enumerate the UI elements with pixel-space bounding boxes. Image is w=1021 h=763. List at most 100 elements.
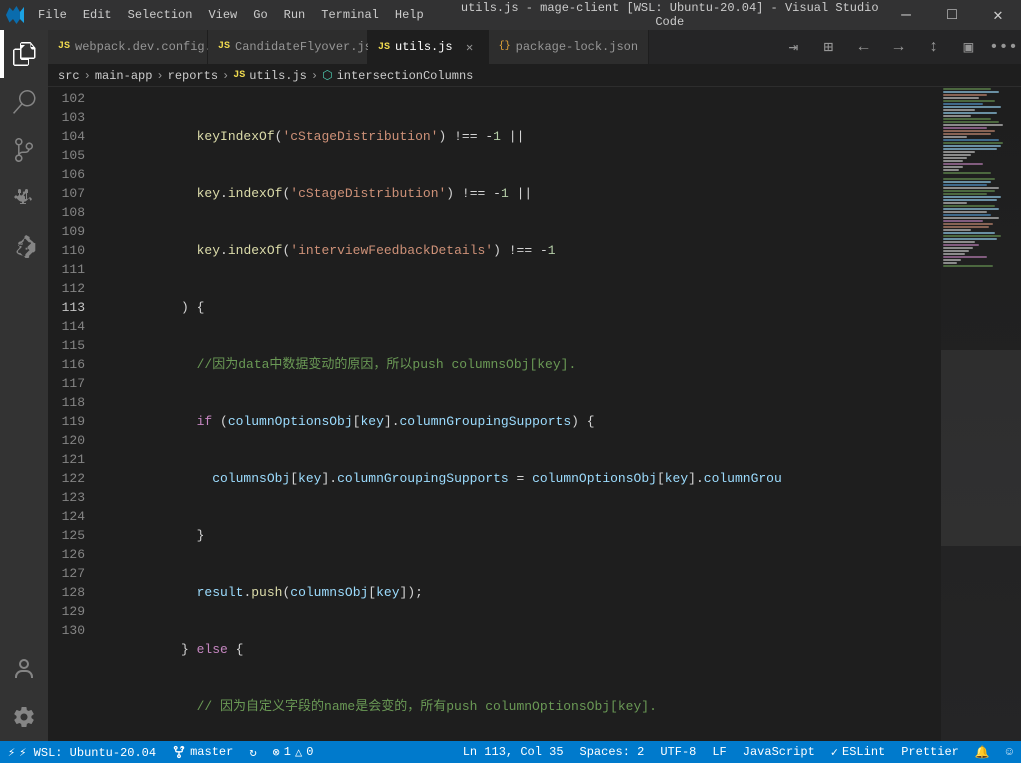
menu-terminal[interactable]: Terminal bbox=[313, 0, 387, 30]
code-line-107: if (columnOptionsObj[key].columnGrouping… bbox=[93, 412, 941, 431]
warning-icon: △ bbox=[295, 745, 302, 760]
minimize-button[interactable]: ― bbox=[883, 0, 929, 30]
tab-candidate[interactable]: JS CandidateFlyover.js bbox=[208, 30, 368, 64]
ln-126: 126 bbox=[48, 545, 85, 564]
more-actions-button[interactable]: ••• bbox=[986, 30, 1021, 64]
tab-utils-label: utils.js bbox=[395, 40, 453, 54]
activity-run-debug[interactable] bbox=[0, 174, 48, 222]
code-scroll[interactable]: 102 103 104 105 106 107 108 109 110 111 … bbox=[48, 87, 941, 741]
sync-icon: ↻ bbox=[249, 745, 256, 760]
ln-112: 112 bbox=[48, 279, 85, 298]
menu-edit[interactable]: Edit bbox=[75, 0, 120, 30]
git-compare-button[interactable]: ⊞ bbox=[811, 30, 846, 64]
status-branch[interactable]: master bbox=[164, 741, 241, 763]
ln-103: 103 bbox=[48, 108, 85, 127]
tab-candidate-label: CandidateFlyover.js bbox=[235, 40, 372, 54]
code-line-103: key.indexOf('cStageDistribution') !== -1… bbox=[93, 184, 941, 203]
status-sync[interactable]: ↻ bbox=[241, 741, 264, 763]
breadcrumb-reports[interactable]: reports bbox=[168, 69, 218, 83]
ln-106: 106 bbox=[48, 165, 85, 184]
breadcrumb-file[interactable]: utils.js bbox=[249, 69, 307, 83]
ln-110: 110 bbox=[48, 241, 85, 260]
ln-119: 119 bbox=[48, 412, 85, 431]
ln-109: 109 bbox=[48, 222, 85, 241]
tab-webpack-label: webpack.dev.config.js bbox=[75, 40, 226, 54]
prettier-label: Prettier bbox=[901, 745, 959, 759]
window-title: utils.js - mage-client [WSL: Ubuntu-20.0… bbox=[457, 1, 884, 29]
ln-122: 122 bbox=[48, 469, 85, 488]
status-position[interactable]: Ln 113, Col 35 bbox=[455, 741, 572, 763]
status-encoding[interactable]: UTF-8 bbox=[652, 741, 704, 763]
activity-account[interactable] bbox=[0, 645, 48, 693]
spaces-label: Spaces: 2 bbox=[580, 745, 645, 759]
ln-102: 102 bbox=[48, 89, 85, 108]
maximize-button[interactable]: □ bbox=[929, 0, 975, 30]
menu-bar: File Edit Selection View Go Run Terminal… bbox=[30, 0, 457, 30]
ln-108: 108 bbox=[48, 203, 85, 222]
app-icon bbox=[0, 0, 30, 30]
menu-file[interactable]: File bbox=[30, 0, 75, 30]
git-branch-icon bbox=[172, 745, 186, 759]
menu-selection[interactable]: Selection bbox=[120, 0, 201, 30]
split-editor-button[interactable]: ⇥ bbox=[776, 30, 811, 64]
code-editor[interactable]: keyIndexOf('cStageDistribution') !== -1 … bbox=[93, 87, 941, 741]
breadcrumb: src › main-app › reports › JS utils.js ›… bbox=[48, 65, 1021, 87]
status-wsl[interactable]: ⚡ ⚡ WSL: Ubuntu-20.04 bbox=[0, 741, 164, 763]
breadcrumb-sep-4: › bbox=[311, 69, 318, 83]
activity-extensions[interactable] bbox=[0, 222, 48, 270]
editor-content[interactable]: 102 103 104 105 106 107 108 109 110 111 … bbox=[48, 87, 1021, 741]
tab-utils[interactable]: JS utils.js ✕ bbox=[368, 30, 489, 64]
minimap-canvas bbox=[941, 88, 1021, 741]
menu-run[interactable]: Run bbox=[276, 0, 314, 30]
ln-120: 120 bbox=[48, 431, 85, 450]
menu-view[interactable]: View bbox=[200, 0, 245, 30]
activity-explorer[interactable] bbox=[0, 30, 48, 78]
warning-count: 0 bbox=[306, 745, 313, 759]
close-button[interactable]: ✕ bbox=[975, 0, 1021, 30]
minimap-viewport bbox=[941, 350, 1021, 546]
tab-candidate-icon: JS bbox=[218, 41, 230, 52]
eslint-label: ESLint bbox=[842, 745, 885, 759]
ln-127: 127 bbox=[48, 564, 85, 583]
minimap[interactable] bbox=[941, 87, 1021, 741]
status-errors[interactable]: ⊗ 1 △ 0 bbox=[265, 741, 322, 763]
tab-webpack[interactable]: JS webpack.dev.config.js bbox=[48, 30, 208, 64]
code-line-109: } bbox=[93, 526, 941, 545]
menu-help[interactable]: Help bbox=[387, 0, 432, 30]
status-notifications[interactable]: 🔔 bbox=[967, 741, 998, 763]
titlebar-controls: ― □ ✕ bbox=[883, 0, 1021, 30]
status-eslint[interactable]: ✓ ESLint bbox=[823, 741, 893, 763]
ln-116: 116 bbox=[48, 355, 85, 374]
status-feedback[interactable]: ☺ bbox=[998, 741, 1021, 763]
tab-utils-close[interactable]: ✕ bbox=[462, 39, 478, 55]
activity-search[interactable] bbox=[0, 78, 48, 126]
open-changes-button[interactable]: ↕ bbox=[916, 30, 951, 64]
ln-123: 123 bbox=[48, 488, 85, 507]
breadcrumb-main-app[interactable]: main-app bbox=[95, 69, 153, 83]
menu-go[interactable]: Go bbox=[245, 0, 275, 30]
tab-utils-icon: JS bbox=[378, 42, 390, 53]
go-back-button[interactable]: ← bbox=[846, 30, 881, 64]
activity-bottom bbox=[0, 645, 48, 741]
breadcrumb-symbol[interactable]: intersectionColumns bbox=[337, 69, 474, 83]
status-language[interactable]: JavaScript bbox=[735, 741, 823, 763]
go-forward-button[interactable]: → bbox=[881, 30, 916, 64]
split-editor-right-button[interactable]: ▣ bbox=[951, 30, 986, 64]
activity-source-control[interactable] bbox=[0, 126, 48, 174]
wsl-icon: ⚡ bbox=[8, 745, 15, 760]
tab-webpack-icon: JS bbox=[58, 41, 70, 52]
code-line-104: key.indexOf('interviewFeedbackDetails') … bbox=[93, 241, 941, 260]
ln-104: 104 bbox=[48, 127, 85, 146]
eslint-icon: ✓ bbox=[831, 745, 838, 760]
breadcrumb-src[interactable]: src bbox=[58, 69, 80, 83]
branch-label: master bbox=[190, 745, 233, 759]
ln-114: 114 bbox=[48, 317, 85, 336]
status-line-ending[interactable]: LF bbox=[704, 741, 734, 763]
ln-113: 113 bbox=[48, 298, 85, 317]
activity-settings[interactable] bbox=[0, 693, 48, 741]
status-prettier[interactable]: Prettier bbox=[893, 741, 967, 763]
editor-area: JS webpack.dev.config.js JS CandidateFly… bbox=[48, 30, 1021, 741]
tab-package[interactable]: {} package-lock.json bbox=[489, 30, 649, 64]
status-spaces[interactable]: Spaces: 2 bbox=[572, 741, 653, 763]
feedback-icon: ☺ bbox=[1006, 745, 1013, 759]
